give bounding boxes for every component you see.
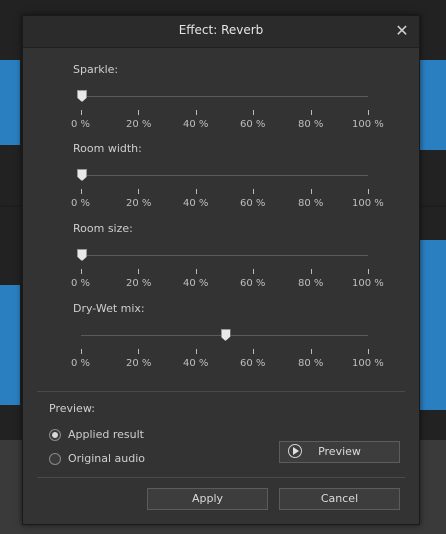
room-width-slider[interactable]: 0 % 20 % 40 % 60 % 80 % 100 % xyxy=(71,161,384,217)
waveform-right-bottom xyxy=(419,240,446,410)
slider-tick-label: 40 % xyxy=(183,119,209,130)
dry-wet-mix-slider[interactable]: 0 % 20 % 40 % 60 % 80 % 100 % xyxy=(71,321,384,377)
slider-tick-label: 0 % xyxy=(71,358,91,369)
dialog-title: Effect: Reverb xyxy=(178,23,264,37)
slider-tick-label: 100 % xyxy=(352,198,384,209)
slider-thumb[interactable] xyxy=(77,169,87,181)
slider-tick-label: 60 % xyxy=(240,198,266,209)
waveform-right-top xyxy=(419,60,446,150)
slider-tick-label: 20 % xyxy=(126,198,152,209)
radio-button-original[interactable] xyxy=(49,453,61,465)
slider-tick-label: 40 % xyxy=(183,198,209,209)
slider-tick xyxy=(196,189,197,194)
slider-tick-label: 20 % xyxy=(126,278,152,289)
room-size-slider[interactable]: 0 % 20 % 40 % 60 % 80 % 100 % xyxy=(71,241,384,297)
sparkle-label: Sparkle: xyxy=(73,63,119,76)
slider-tick-label: 20 % xyxy=(126,358,152,369)
slider-tick xyxy=(81,110,82,115)
slider-tick xyxy=(253,349,254,354)
slider-tick-label: 60 % xyxy=(240,358,266,369)
slider-tick-label: 40 % xyxy=(183,358,209,369)
radio-original-audio[interactable]: Original audio xyxy=(49,452,169,468)
radio-applied-result[interactable]: Applied result xyxy=(49,428,169,444)
slider-tick xyxy=(311,349,312,354)
dry-wet-mix-label: Dry-Wet mix: xyxy=(73,302,145,315)
slider-tick xyxy=(311,269,312,274)
slider-thumb[interactable] xyxy=(77,249,87,261)
slider-tick xyxy=(196,349,197,354)
preview-label: Preview: xyxy=(49,402,95,415)
slider-thumb[interactable] xyxy=(77,90,87,102)
radio-button-applied[interactable] xyxy=(49,429,61,441)
slider-tick xyxy=(368,349,369,354)
slider-tick xyxy=(81,349,82,354)
slider-tick-label: 80 % xyxy=(298,198,324,209)
slider-tick-label: 100 % xyxy=(352,119,384,130)
footer-divider xyxy=(37,477,405,478)
close-icon[interactable]: ✕ xyxy=(393,22,411,40)
sparkle-slider[interactable]: 0 % 20 % 40 % 60 % 80 % 100 % xyxy=(71,82,384,138)
slider-tick-label: 20 % xyxy=(126,119,152,130)
cancel-button[interactable]: Cancel xyxy=(279,488,400,510)
apply-button[interactable]: Apply xyxy=(147,488,268,510)
room-size-label: Room size: xyxy=(73,222,133,235)
waveform-left-top xyxy=(0,60,20,145)
slider-tick-label: 60 % xyxy=(240,119,266,130)
slider-tick xyxy=(253,269,254,274)
slider-tick xyxy=(81,189,82,194)
radio-label-applied: Applied result xyxy=(68,428,144,441)
preview-button-label: Preview xyxy=(318,445,361,458)
reverb-dialog: Effect: Reverb ✕ Sparkle: 0 % 20 % 40 % 60 … xyxy=(22,15,420,525)
slider-thumb[interactable] xyxy=(220,329,231,341)
slider-tick-label: 100 % xyxy=(352,358,384,369)
slider-tick xyxy=(196,269,197,274)
slider-tick xyxy=(138,349,139,354)
slider-tick xyxy=(368,189,369,194)
slider-tick-label: 80 % xyxy=(298,358,324,369)
slider-tick xyxy=(138,269,139,274)
play-circle-icon xyxy=(288,444,302,458)
slider-tick-label: 60 % xyxy=(240,278,266,289)
slider-tick xyxy=(368,110,369,115)
preview-button[interactable]: Preview xyxy=(279,441,400,463)
slider-tick xyxy=(311,189,312,194)
slider-track xyxy=(81,96,368,97)
slider-tick-label: 0 % xyxy=(71,278,91,289)
slider-tick-label: 0 % xyxy=(71,198,91,209)
slider-tick-label: 80 % xyxy=(298,119,324,130)
slider-tick xyxy=(81,269,82,274)
waveform-left-bottom xyxy=(0,285,20,405)
slider-tick xyxy=(253,110,254,115)
slider-tick-label: 40 % xyxy=(183,278,209,289)
dialog-titlebar: Effect: Reverb ✕ xyxy=(23,16,419,48)
section-divider xyxy=(37,391,405,392)
slider-tick xyxy=(368,269,369,274)
slider-track xyxy=(81,255,368,256)
slider-tick-label: 0 % xyxy=(71,119,91,130)
slider-tick xyxy=(311,110,312,115)
slider-tick xyxy=(196,110,197,115)
slider-tick-label: 80 % xyxy=(298,278,324,289)
room-width-label: Room width: xyxy=(73,142,142,155)
slider-tick xyxy=(138,110,139,115)
slider-tick xyxy=(253,189,254,194)
slider-tick-label: 100 % xyxy=(352,278,384,289)
slider-tick xyxy=(138,189,139,194)
radio-label-original: Original audio xyxy=(68,452,146,465)
slider-track xyxy=(81,175,368,176)
